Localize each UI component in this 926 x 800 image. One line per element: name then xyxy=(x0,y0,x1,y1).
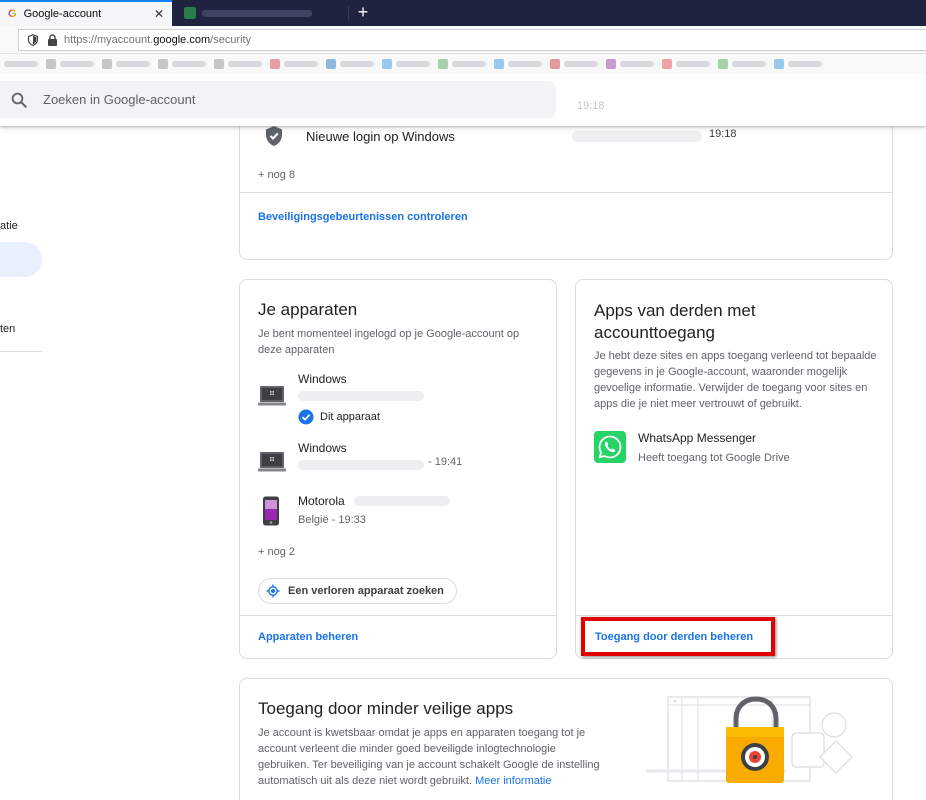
less-secure-description: Je account is kwetsbaar omdat je apps en… xyxy=(258,725,602,789)
find-lost-device-label: Een verloren apparaat zoeken xyxy=(288,585,444,597)
bookmark-item[interactable] xyxy=(270,59,318,69)
locate-icon xyxy=(266,584,280,598)
bookmark-item[interactable] xyxy=(382,59,430,69)
shield-icon[interactable] xyxy=(27,34,39,46)
url-path: /security xyxy=(210,34,252,46)
event-time: 19:18 xyxy=(709,128,737,140)
browser-tab-bar: G Google-account ✕ + xyxy=(0,0,926,26)
search-placeholder: Zoeken in Google-account xyxy=(43,92,196,107)
search-icon xyxy=(11,92,27,108)
this-device-indicator: Dit apparaat xyxy=(298,409,380,425)
search-input[interactable]: Zoeken in Google-account xyxy=(0,81,556,118)
card-divider xyxy=(576,615,892,616)
device-model-blurred xyxy=(354,496,450,506)
less-secure-apps-card: Toegang door minder veilige apps Je acco… xyxy=(239,678,893,800)
event-location-blurred xyxy=(572,131,702,142)
navigation-bar: https://myaccount. google.com /security xyxy=(0,26,926,54)
bookmarks-bar xyxy=(0,54,926,74)
url-prefix: https://myaccount. xyxy=(64,34,154,46)
shield-check-icon xyxy=(266,126,282,146)
bookmark-item[interactable] xyxy=(4,61,38,67)
devices-description: Je bent momenteel ingelogd op je Google-… xyxy=(258,328,520,356)
device-details-blurred xyxy=(298,460,424,470)
device-last-active: - 19:41 xyxy=(428,456,463,468)
close-tab-icon[interactable]: ✕ xyxy=(154,7,164,21)
more-devices-count: + nog 2 xyxy=(258,546,296,558)
lock-icon[interactable] xyxy=(47,34,58,46)
find-lost-device-button[interactable]: Een verloren apparaat zoeken xyxy=(258,578,457,604)
padlock-illustration-icon xyxy=(646,696,853,783)
laptop-icon xyxy=(258,452,286,472)
tab-divider xyxy=(348,6,349,20)
bookmark-item[interactable] xyxy=(158,59,206,69)
url-domain: google.com xyxy=(153,34,211,46)
device-row[interactable]: Motorola België - 19:33 xyxy=(258,494,538,534)
card-divider xyxy=(240,192,892,193)
bookmark-item[interactable] xyxy=(46,59,94,69)
sidebar-divider xyxy=(0,351,42,352)
less-secure-title: Toegang door minder veilige apps xyxy=(258,699,514,718)
phone-icon xyxy=(263,496,279,526)
review-security-events-link[interactable]: Beveiligingsgebeurtenissen controleren xyxy=(258,211,468,223)
bookmark-item[interactable] xyxy=(662,59,710,69)
tab-title-blurred xyxy=(202,9,312,17)
bookmark-item[interactable] xyxy=(774,59,822,69)
more-info-link[interactable]: Meer informatie xyxy=(475,775,551,787)
highlight-box: Toegang door derden beheren xyxy=(581,617,775,656)
bookmark-item[interactable] xyxy=(718,59,766,69)
manage-devices-link[interactable]: Apparaten beheren xyxy=(258,631,358,643)
device-row[interactable]: Windows Dit apparaat xyxy=(258,372,538,432)
sidebar-item-partial[interactable]: ten xyxy=(0,323,15,335)
google-favicon-icon: G xyxy=(8,8,17,20)
new-tab-button[interactable]: + xyxy=(354,2,372,22)
scrolled-time-text: 19:18 xyxy=(577,100,605,112)
device-name: Motorola xyxy=(298,494,345,508)
bookmark-item[interactable] xyxy=(550,59,598,69)
device-details-blurred xyxy=(298,391,424,401)
app-access-scope: Heeft toegang tot Google Drive xyxy=(638,452,790,464)
page-content: Zoeken in Google-account 19:18 atie ten … xyxy=(0,74,926,800)
sidebar-item-security[interactable] xyxy=(0,242,42,277)
bookmark-item[interactable] xyxy=(326,59,374,69)
tab-title: Google-account xyxy=(23,8,102,20)
third-party-title: Apps van derden met accounttoegang xyxy=(594,301,756,342)
device-location-time: België - 19:33 xyxy=(298,514,366,526)
third-party-apps-card: Apps van derden met accounttoegang Je he… xyxy=(575,279,893,659)
bookmark-item[interactable] xyxy=(494,59,542,69)
bookmark-item[interactable] xyxy=(214,59,262,69)
whatsapp-icon xyxy=(594,431,626,463)
address-bar[interactable]: https://myaccount. google.com /security xyxy=(18,29,926,51)
bookmark-item[interactable] xyxy=(102,59,150,69)
security-event-row[interactable]: Nieuwe login op Windows xyxy=(264,125,455,147)
event-label: Nieuwe login op Windows xyxy=(306,128,455,144)
tab-google-account[interactable]: G Google-account ✕ xyxy=(0,0,172,26)
device-name: Windows xyxy=(298,441,347,455)
bookmark-item[interactable] xyxy=(606,59,654,69)
more-events-count: + nog 8 xyxy=(258,169,296,181)
device-row[interactable]: Windows - 19:41 xyxy=(258,441,538,481)
account-header: Zoeken in Google-account 19:18 xyxy=(0,74,926,126)
devices-card: Je apparaten Je bent momenteel ingelogd … xyxy=(239,279,557,659)
device-name: Windows xyxy=(298,372,347,386)
app-name: WhatsApp Messenger xyxy=(638,431,757,445)
devices-title: Je apparaten xyxy=(258,300,358,319)
third-party-description: Je hebt deze sites en apps toegang verle… xyxy=(594,350,877,410)
this-device-label: Dit apparaat xyxy=(320,411,380,423)
check-circle-icon xyxy=(298,409,314,425)
card-divider xyxy=(240,615,556,616)
manage-third-party-access-link[interactable]: Toegang door derden beheren xyxy=(595,631,753,643)
tab-favicon-icon xyxy=(184,7,196,19)
laptop-icon xyxy=(258,386,286,406)
bookmark-item[interactable] xyxy=(438,59,486,69)
sidebar-item-partial[interactable]: atie xyxy=(0,220,18,232)
tab-other[interactable] xyxy=(174,2,346,24)
